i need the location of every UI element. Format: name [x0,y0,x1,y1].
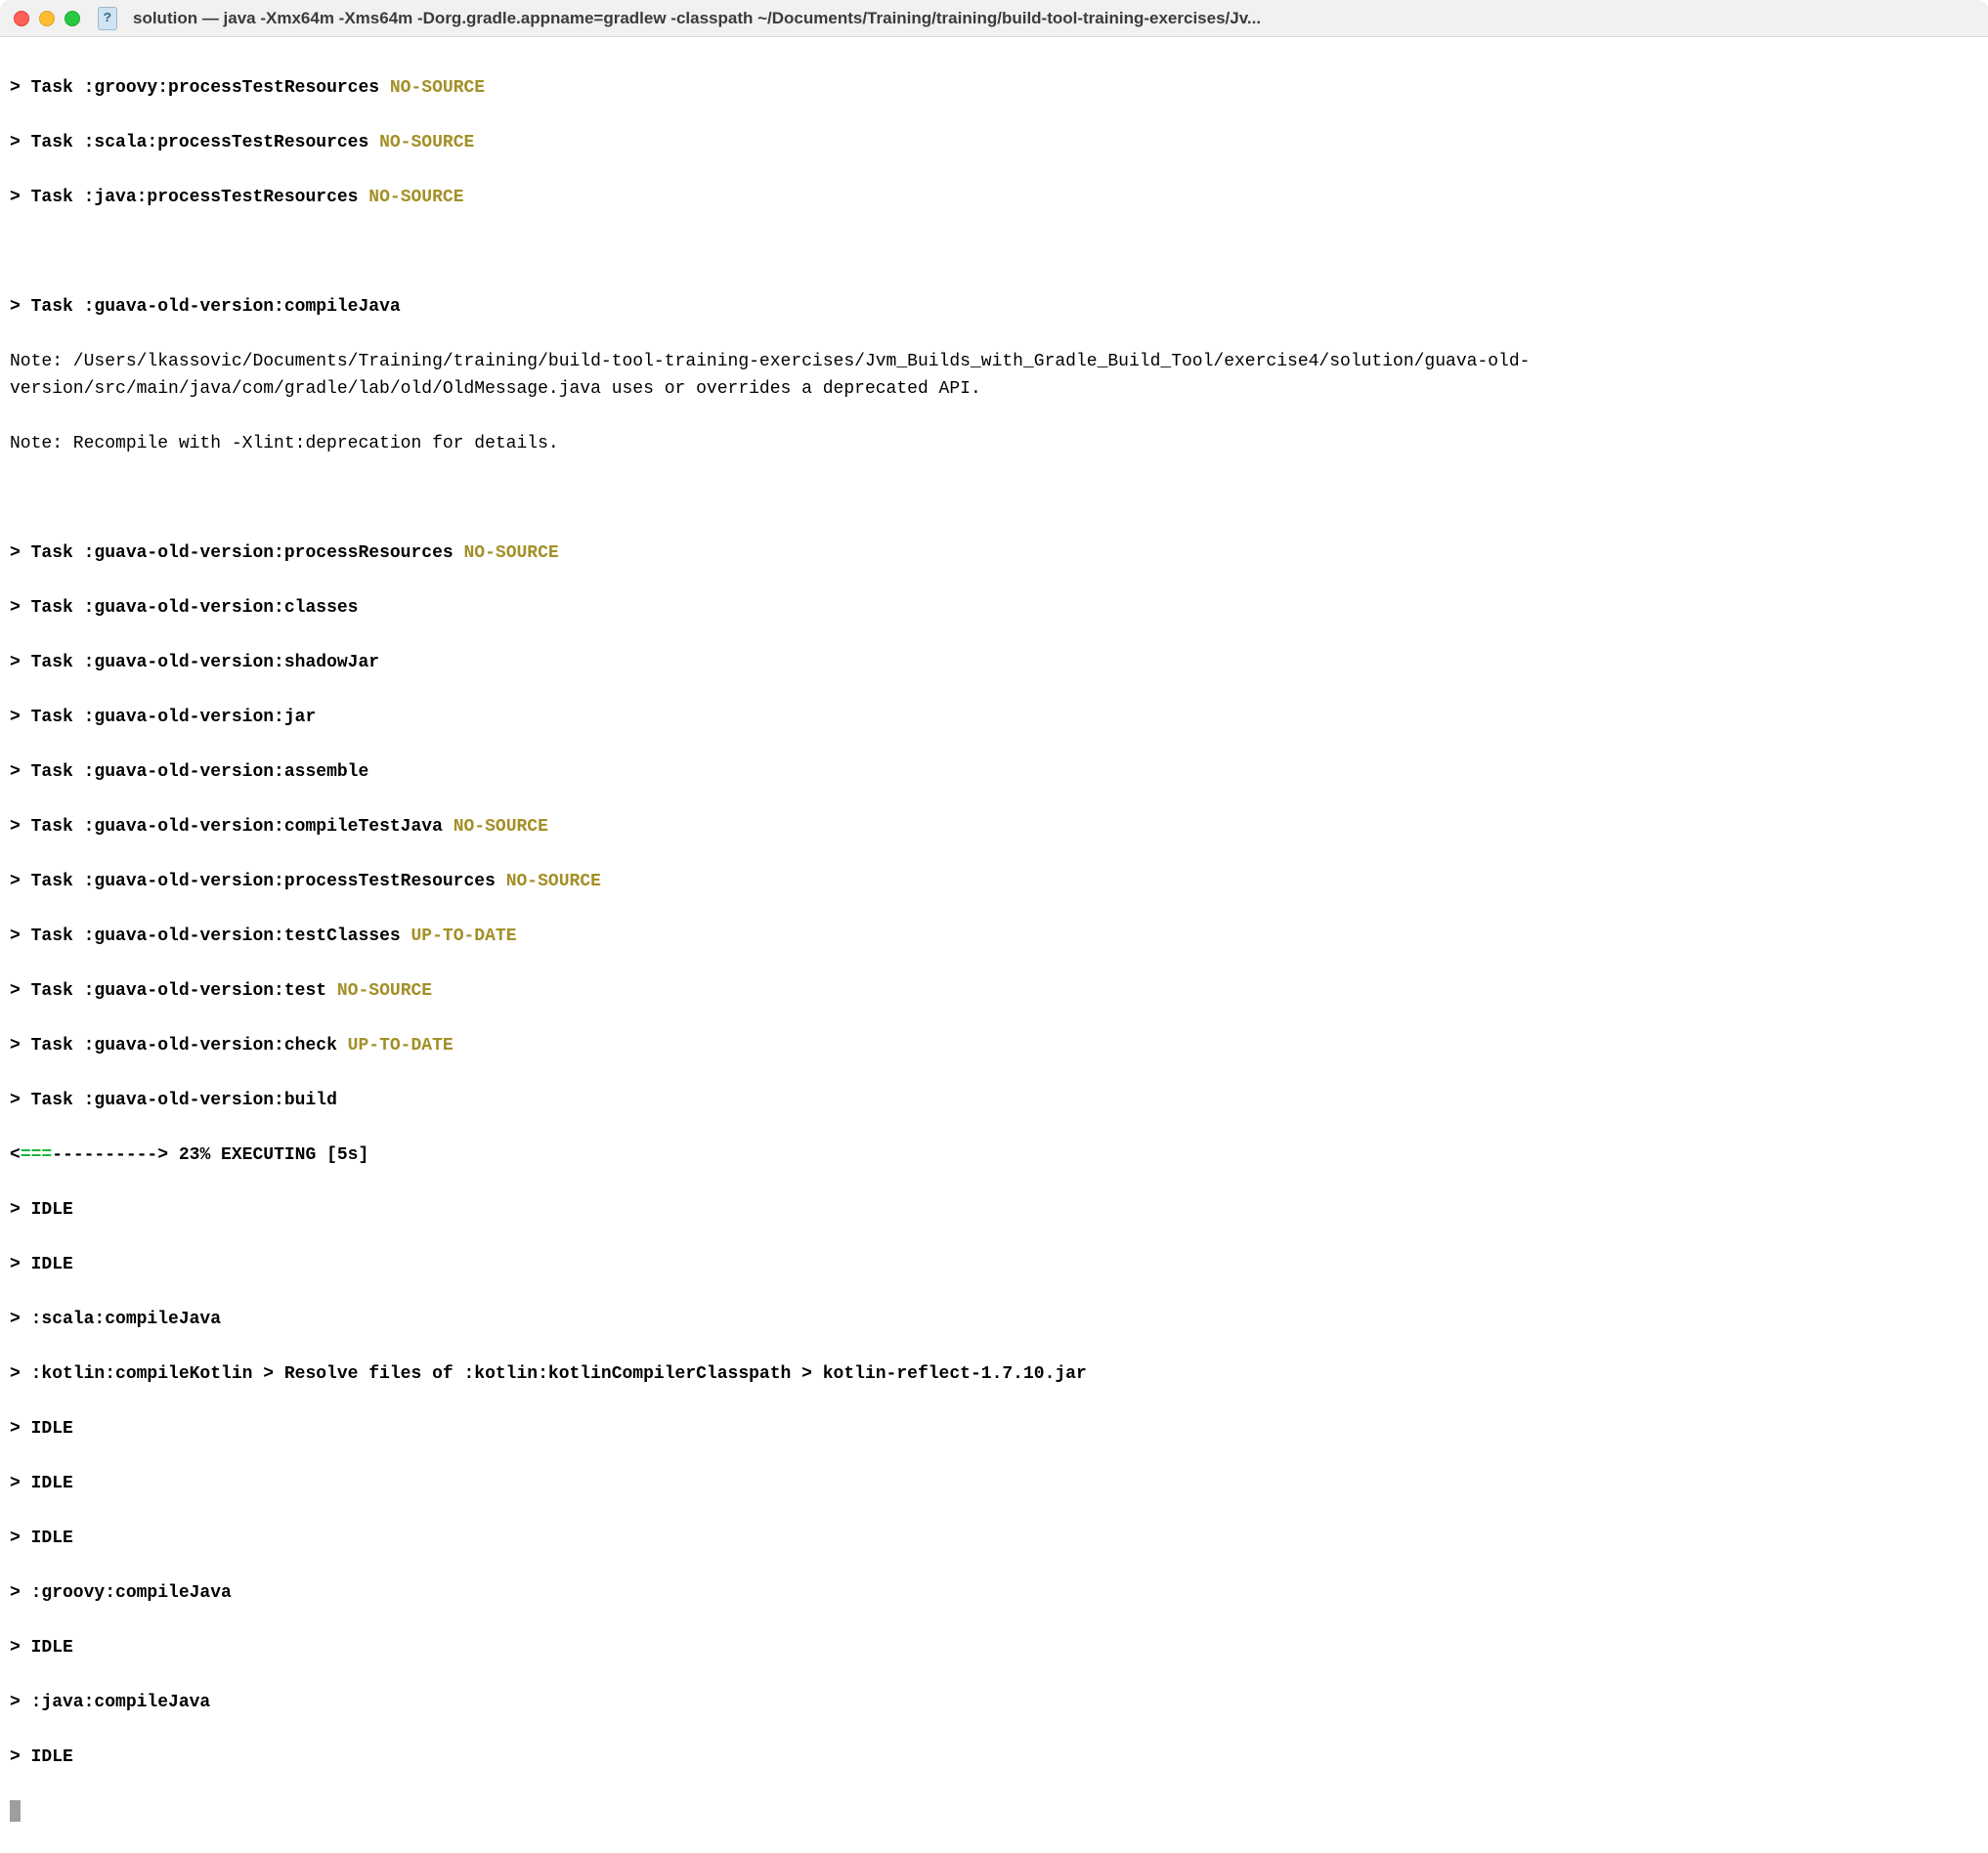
task-line: > Task :scala:processTestResources [10,133,368,152]
task-line: > Task :guava-old-version:build [10,1091,337,1110]
progress-bar: <===----------> 23% EXECUTING [5s] [10,1142,1978,1169]
window-title: solution — java -Xmx64m -Xms64m -Dorg.gr… [133,9,1974,28]
task-status: NO-SOURCE [443,817,548,837]
worker-status: > :java:compileJava [10,1689,1978,1716]
task-status: NO-SOURCE [496,872,601,891]
worker-status: > IDLE [10,1470,1978,1497]
window-titlebar: ? solution — java -Xmx64m -Xms64m -Dorg.… [0,0,1988,37]
traffic-lights [14,11,80,26]
task-status: NO-SOURCE [326,981,432,1001]
maximize-window-button[interactable] [65,11,80,26]
worker-status: > IDLE [10,1744,1978,1771]
worker-status: > IDLE [10,1196,1978,1224]
task-status: UP-TO-DATE [401,926,517,946]
worker-status: > IDLE [10,1415,1978,1443]
task-line: > Task :guava-old-version:assemble [10,762,368,782]
task-status: NO-SOURCE [454,543,559,563]
terminal-cursor [10,1800,21,1822]
worker-status: > :groovy:compileJava [10,1579,1978,1607]
minimize-window-button[interactable] [39,11,55,26]
compiler-note: Note: /Users/lkassovic/Documents/Trainin… [10,348,1978,403]
task-line: > Task :java:processTestResources [10,188,358,207]
worker-status: > :kotlin:compileKotlin > Resolve files … [10,1360,1978,1388]
task-status: NO-SOURCE [368,133,474,152]
worker-status: > IDLE [10,1525,1978,1552]
compiler-note: Note: Recompile with -Xlint:deprecation … [10,430,1978,457]
worker-status: > IDLE [10,1251,1978,1278]
task-line: > Task :guava-old-version:shadowJar [10,653,379,672]
task-status: NO-SOURCE [358,188,463,207]
task-line: > Task :guava-old-version:processTestRes… [10,872,496,891]
task-line: > Task :guava-old-version:test [10,981,326,1001]
task-status: UP-TO-DATE [337,1036,454,1056]
terminal-profile-icon: ? [98,7,117,30]
worker-status: > IDLE [10,1634,1978,1661]
worker-status: > :scala:compileJava [10,1306,1978,1333]
task-line: > Task :guava-old-version:compileTestJav… [10,817,443,837]
task-line: > Task :groovy:processTestResources [10,78,379,98]
task-line: > Task :guava-old-version:processResourc… [10,543,454,563]
task-line: > Task :guava-old-version:check [10,1036,337,1056]
task-line: > Task :guava-old-version:classes [10,598,358,618]
task-status: NO-SOURCE [379,78,485,98]
task-line: > Task :guava-old-version:testClasses [10,926,401,946]
task-line: > Task :guava-old-version:jar [10,708,316,727]
close-window-button[interactable] [14,11,29,26]
task-line: > Task :guava-old-version:compileJava [10,297,401,317]
terminal-output[interactable]: > Task :groovy:processTestResources NO-S… [0,37,1988,1853]
